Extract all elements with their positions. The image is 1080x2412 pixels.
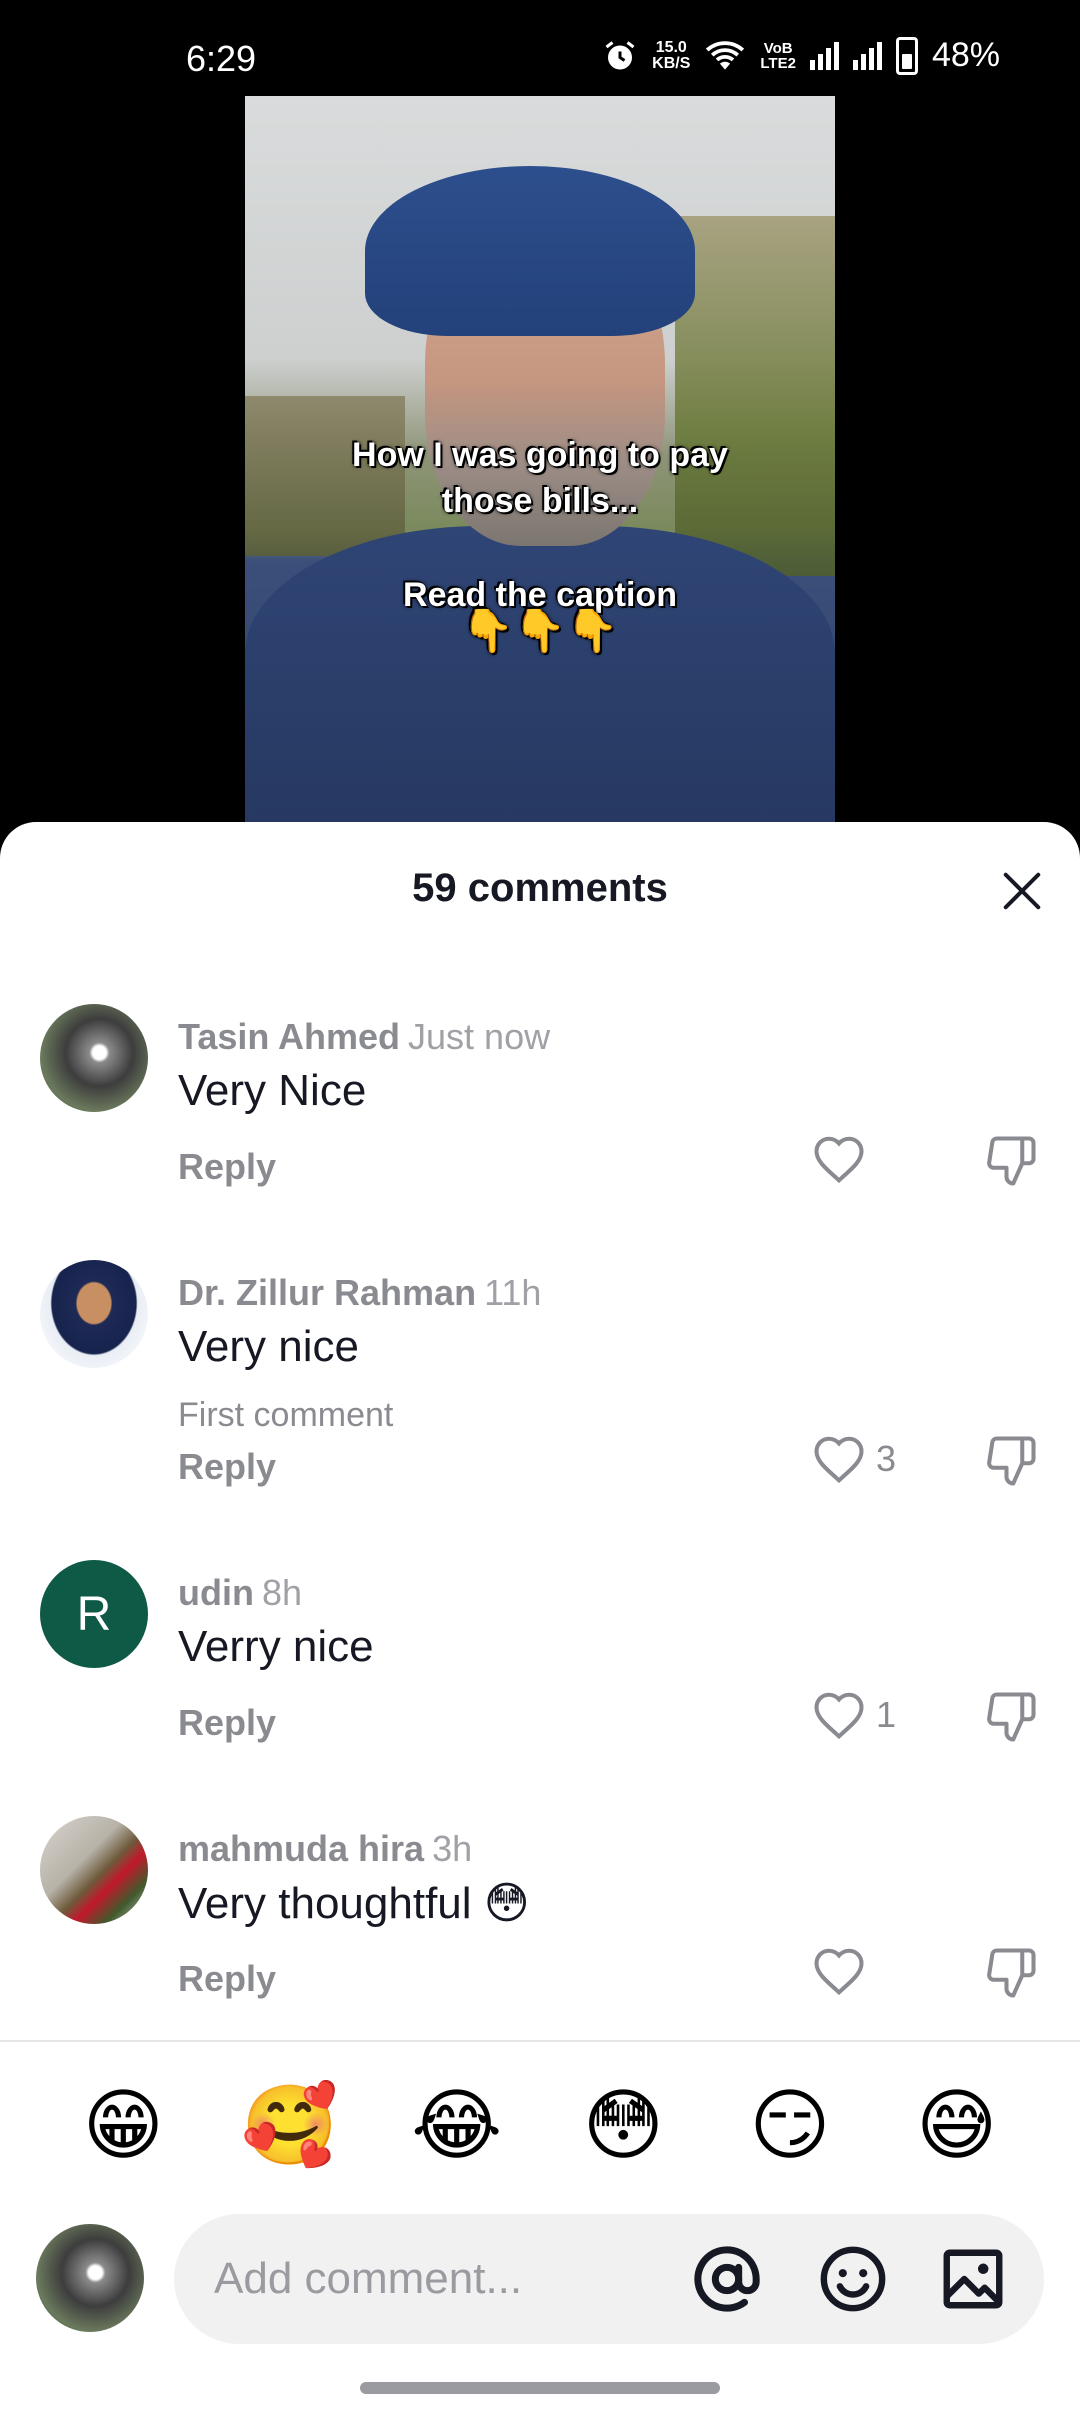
net-speed-unit: KB/S	[652, 54, 691, 72]
comment-text: Very nice	[178, 1322, 359, 1371]
video-subject-cap	[365, 166, 695, 336]
comment-text: Very thoughtful 😳	[178, 1879, 530, 1928]
emoji-grin-button[interactable]: 😁	[73, 2080, 173, 2172]
home-indicator[interactable]	[360, 2382, 720, 2394]
comment-author[interactable]: Dr. Zillur Rahman 11h	[178, 1272, 541, 1314]
dislike-button[interactable]	[984, 1434, 1038, 1493]
status-time: 6:29	[186, 38, 257, 79]
emoji-hearts-button[interactable]: 🥰	[240, 2080, 340, 2172]
thumbs-down-icon	[987, 1692, 1036, 1742]
heart-icon	[814, 1136, 864, 1184]
battery-percent: 48%	[931, 36, 1000, 74]
author-name: udin	[178, 1572, 254, 1613]
wifi-icon	[706, 40, 745, 70]
reply-button[interactable]: Reply	[178, 1702, 276, 1744]
avatar[interactable]	[40, 1816, 148, 1924]
signal-icon-1	[809, 41, 839, 70]
my-avatar[interactable]	[36, 2224, 144, 2332]
emoji-joy-button[interactable]: 😂	[407, 2080, 507, 2172]
status-bar: 6:29 15.0 KB/S VoB LTE2 48%	[0, 0, 1080, 96]
divider	[0, 2040, 1080, 2042]
quick-emoji-bar: 😁 🥰 😂 😳 😏 😅	[0, 2080, 1080, 2172]
avatar[interactable]	[40, 1260, 148, 1368]
comment-author[interactable]: mahmuda hira 3h	[178, 1828, 472, 1870]
net-speed: 15.0 KB/S	[652, 38, 691, 72]
dislike-button[interactable]	[984, 1690, 1038, 1749]
thumbs-down-icon	[987, 1136, 1036, 1186]
thumbs-down-icon	[987, 1436, 1036, 1486]
comment-text: Verry nice	[178, 1622, 374, 1671]
avatar[interactable]	[40, 1004, 148, 1112]
like-button[interactable]	[812, 1946, 876, 1996]
emoji-flushed-button[interactable]: 😳	[573, 2080, 673, 2172]
like-button[interactable]: 3	[812, 1434, 896, 1484]
volte-indicator: VoB LTE2	[760, 41, 796, 71]
comment-time: 8h	[261, 1572, 303, 1613]
volte-bottom: LTE2	[760, 54, 796, 72]
comment-time: 3h	[432, 1828, 473, 1869]
comment-author[interactable]: Tasin Ahmed Just now	[178, 1016, 550, 1058]
comment-time: 11h	[484, 1272, 542, 1313]
like-button[interactable]: 1	[812, 1690, 896, 1740]
emoji-sweat-smile-button[interactable]: 😅	[907, 2080, 1007, 2172]
dislike-button[interactable]	[984, 1946, 1038, 2005]
heart-icon	[814, 1436, 864, 1484]
close-icon[interactable]	[1000, 868, 1044, 912]
heart-icon	[814, 1948, 864, 1996]
comments-count-title: 59 comments	[412, 866, 668, 910]
video-player[interactable]: How I was going to pay those bills... Re…	[245, 96, 835, 846]
first-comment-label: First comment	[178, 1396, 394, 1434]
author-name: mahmuda hira	[178, 1828, 425, 1869]
smiley-icon[interactable]	[818, 2244, 888, 2314]
video-caption-text: How I was going to pay those bills...	[245, 432, 835, 524]
caption-line-2: those bills...	[441, 482, 639, 520]
caption-emojis: 👇👇👇	[461, 607, 619, 654]
comments-sheet: 59 comments Tasin Ahmed Just now Very Nic…	[0, 822, 1080, 2412]
like-button[interactable]	[812, 1134, 876, 1184]
alarm-icon	[605, 40, 635, 69]
comment-time: Just now	[408, 1016, 551, 1057]
comment-input-container[interactable]	[174, 2214, 1044, 2344]
reply-button[interactable]: Reply	[178, 1146, 276, 1188]
net-speed-value: 15.0	[655, 38, 687, 56]
like-count: 1	[876, 1694, 897, 1735]
author-name: Dr. Zillur Rahman	[178, 1272, 477, 1313]
author-name: Tasin Ahmed	[178, 1016, 401, 1057]
comment-input[interactable]	[214, 2244, 644, 2314]
heart-icon	[814, 1692, 864, 1740]
status-icons: 15.0 KB/S VoB LTE2 48%	[602, 36, 1000, 75]
at-icon[interactable]	[692, 2244, 762, 2314]
reply-button[interactable]: Reply	[178, 1446, 276, 1488]
caption-line-1: How I was going to pay	[352, 436, 728, 474]
like-count: 3	[876, 1438, 897, 1479]
thumbs-down-icon	[987, 1948, 1036, 1998]
signal-icon-2	[852, 41, 882, 70]
image-icon[interactable]	[938, 2244, 1008, 2314]
avatar[interactable]: R	[40, 1560, 148, 1668]
comment-input-bar	[0, 2202, 1080, 2344]
emoji-smirk-button[interactable]: 😏	[740, 2080, 840, 2172]
dislike-button[interactable]	[984, 1134, 1038, 1193]
comment-author[interactable]: udin 8h	[178, 1572, 302, 1614]
comment-text: Very Nice	[178, 1066, 367, 1115]
volte-top: VoB	[763, 39, 793, 57]
battery-icon	[895, 36, 918, 75]
reply-button[interactable]: Reply	[178, 1958, 276, 2000]
